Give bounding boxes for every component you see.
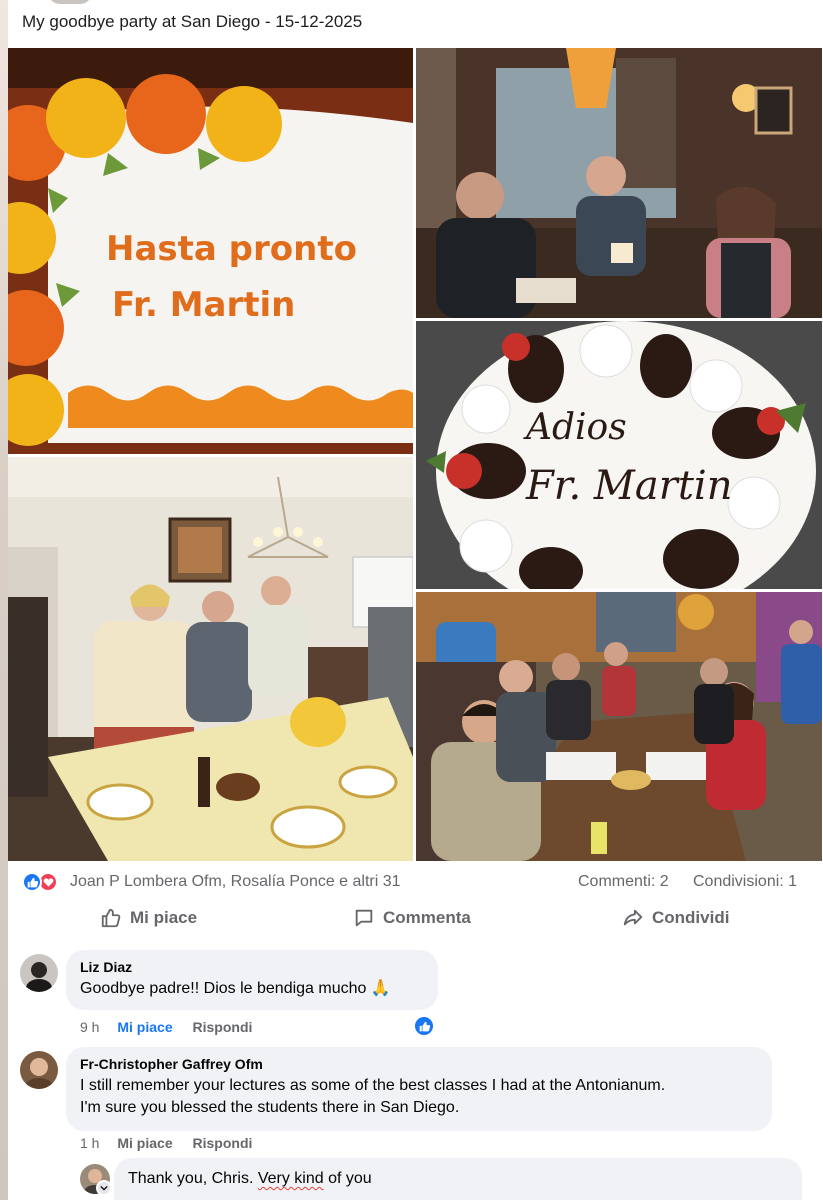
- like-label: Mi piace: [130, 908, 198, 927]
- avatar[interactable]: [20, 954, 58, 992]
- comment-meta: 1 h Mi piace Rispondi: [80, 1135, 252, 1151]
- comment-author[interactable]: Fr-Christopher Gaffrey Ofm: [80, 1056, 758, 1072]
- reactions-summary: Joan P Lombera Ofm, Rosalía Ponce e altr…: [22, 870, 822, 894]
- reply-text-misspelled: Very kind: [257, 1170, 324, 1187]
- comment-time[interactable]: 1 h: [80, 1135, 99, 1151]
- post-title: My goodbye party at San Diego - 15-12-20…: [22, 12, 363, 31]
- shares-count[interactable]: Condivisioni: 1: [693, 873, 797, 891]
- comment-icon: [355, 909, 373, 927]
- share-button[interactable]: Condividi: [622, 900, 729, 936]
- comment-reply-button[interactable]: Rispondi: [193, 1135, 253, 1151]
- comment-text-line1: I still remember your lectures as some o…: [80, 1077, 666, 1094]
- avatar[interactable]: [20, 1051, 58, 1089]
- background-edge: [0, 0, 8, 1200]
- comment-button[interactable]: Commenta: [353, 900, 471, 936]
- like-button[interactable]: Mi piace: [100, 900, 197, 936]
- comment-like-button[interactable]: Mi piace: [117, 1019, 172, 1035]
- comment-text-line2: I'm sure you blessed the students there …: [80, 1099, 460, 1116]
- comment-liz-diaz: Liz Diaz Goodbye padre!! Dios le bendiga…: [8, 948, 823, 1043]
- cake-adios-line2: Fr. Martin: [525, 463, 732, 509]
- comment-time[interactable]: 9 h: [80, 1019, 99, 1035]
- share-icon: [623, 909, 643, 926]
- comment-bubble: Liz Diaz Goodbye padre!! Dios le bendiga…: [66, 950, 438, 1010]
- photo-cake-adios[interactable]: Adios Fr. Martin: [416, 321, 822, 589]
- post-actions: Mi piace Commenta Condividi: [8, 900, 823, 940]
- comment-label: Commenta: [383, 908, 471, 927]
- reply-text-end: of you: [323, 1170, 372, 1187]
- chevron-down-icon[interactable]: [96, 1180, 112, 1196]
- comment-like-reaction-icon[interactable]: [413, 1015, 435, 1037]
- cake-caption-line1: Hasta pronto: [106, 229, 357, 269]
- like-icon: [22, 872, 42, 892]
- comment-meta: 9 h Mi piace Rispondi: [80, 1019, 252, 1035]
- share-label: Condividi: [652, 908, 730, 927]
- comment-christopher-gaffrey: Fr-Christopher Gaffrey Ofm I still remem…: [8, 1047, 823, 1157]
- reply-input[interactable]: Thank you, Chris. Very kind of you: [114, 1158, 802, 1200]
- photo-restaurant-toast[interactable]: [416, 48, 822, 318]
- cake-adios-line1: Adios: [523, 407, 627, 448]
- author-avatar[interactable]: [48, 0, 92, 4]
- post-card: My goodbye party at San Diego - 15-12-20…: [8, 0, 823, 1200]
- reaction-icons[interactable]: [22, 872, 66, 894]
- reactors-text[interactable]: Joan P Lombera Ofm, Rosalía Ponce e altr…: [70, 873, 401, 891]
- photo-dining-room-dinner[interactable]: [8, 457, 413, 861]
- reply-text-start: Thank you, Chris.: [128, 1170, 258, 1187]
- comment-reply-button[interactable]: Rispondi: [193, 1019, 253, 1035]
- photo-cake-hasta-pronto[interactable]: Hasta pronto Fr. Martin: [8, 48, 413, 454]
- thumbs-up-icon: [101, 908, 121, 928]
- photo-mexican-restaurant-group[interactable]: [416, 592, 822, 861]
- reply-composer: Thank you, Chris. Very kind of you: [8, 1158, 823, 1200]
- comment-author[interactable]: Liz Diaz: [80, 959, 424, 975]
- comment-like-button[interactable]: Mi piace: [117, 1135, 172, 1151]
- comment-bubble: Fr-Christopher Gaffrey Ofm I still remem…: [66, 1047, 772, 1131]
- comment-text: Goodbye padre!! Dios le bendiga mucho 🙏: [80, 980, 391, 997]
- comments-count[interactable]: Commenti: 2: [578, 873, 669, 891]
- cake-caption-line2: Fr. Martin: [112, 285, 295, 325]
